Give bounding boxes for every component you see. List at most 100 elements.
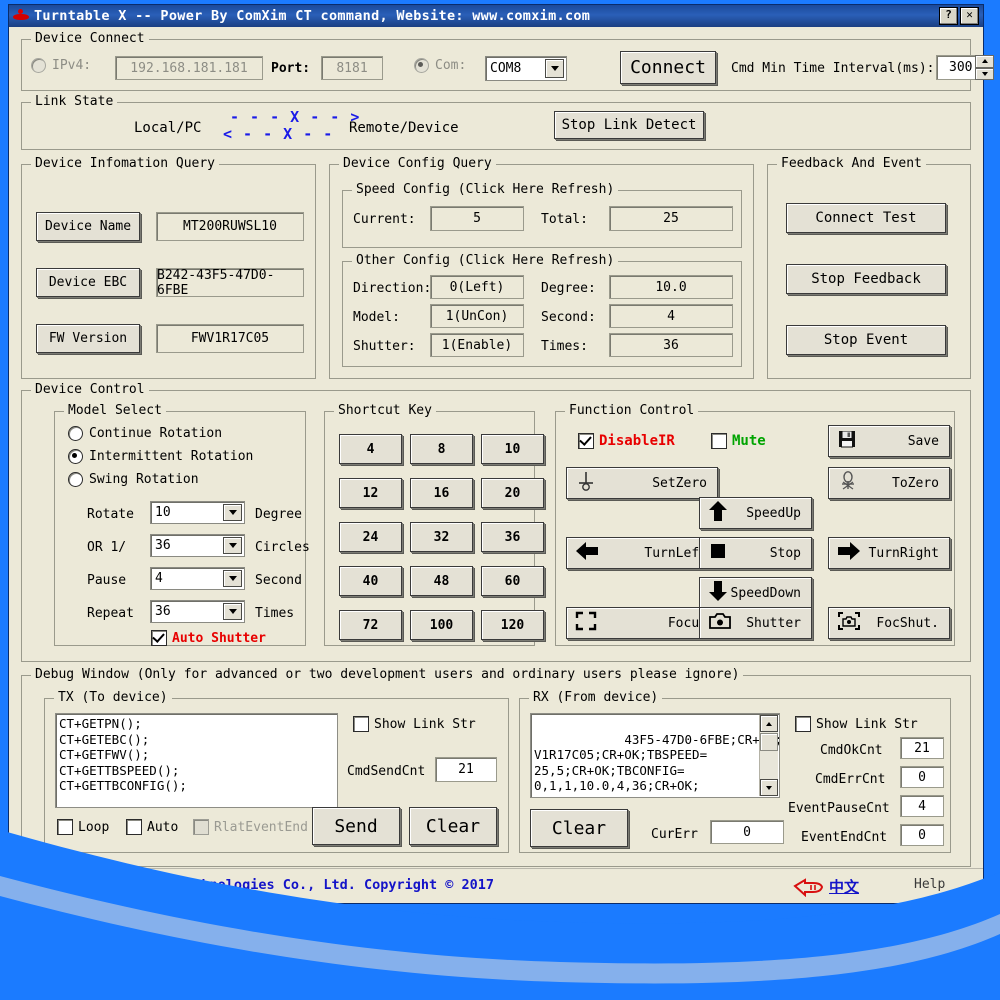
- shortcut-key-36[interactable]: 36: [481, 522, 544, 552]
- set-zero-button[interactable]: SetZero: [566, 467, 718, 499]
- device-name-button[interactable]: Device Name: [36, 212, 140, 241]
- chevron-down-icon[interactable]: [223, 603, 242, 620]
- rx-clear-button[interactable]: Clear: [530, 809, 628, 847]
- shortcut-key-10[interactable]: 10: [481, 434, 544, 464]
- ipv4-radio[interactable]: [31, 58, 46, 73]
- chevron-down-icon[interactable]: [545, 59, 564, 78]
- rx-textarea-wrap[interactable]: 43F5-47D0-6FBE;CR+OK;FWV=FW V1R17C05;CR+…: [530, 713, 780, 798]
- other-config-legend[interactable]: Other Config (Click Here Refresh): [352, 253, 619, 268]
- com-port-select[interactable]: COM8: [485, 56, 567, 81]
- shortcut-key-72[interactable]: 72: [339, 610, 402, 640]
- function-control-group: Function Control DisableIR Mute Save Set…: [555, 403, 955, 646]
- speed-config-legend[interactable]: Speed Config (Click Here Refresh): [352, 182, 619, 197]
- shortcut-key-8[interactable]: 8: [410, 434, 473, 464]
- rx-scroll-down-button[interactable]: [760, 779, 778, 796]
- foc-shut-button[interactable]: FocShut.: [828, 607, 950, 639]
- com-radio[interactable]: [414, 58, 429, 73]
- shortcut-key-48[interactable]: 48: [410, 566, 473, 596]
- shortcut-key-16[interactable]: 16: [410, 478, 473, 508]
- pause-select[interactable]: 4: [150, 567, 245, 590]
- loop-checkbox[interactable]: [57, 819, 73, 835]
- speed-config-group[interactable]: Speed Config (Click Here Refresh) Curren…: [342, 182, 742, 248]
- tx-show-link-str-row[interactable]: Show Link Str: [353, 716, 476, 732]
- other-config-group[interactable]: Other Config (Click Here Refresh) Direct…: [342, 253, 742, 367]
- ipv4-input[interactable]: 192.168.181.181: [115, 56, 263, 80]
- auto-shutter-checkbox[interactable]: [151, 630, 167, 646]
- chevron-down-icon[interactable]: [223, 537, 242, 554]
- shortcut-key-60[interactable]: 60: [481, 566, 544, 596]
- stop-link-detect-button[interactable]: Stop Link Detect: [554, 111, 704, 139]
- close-button[interactable]: ✕: [960, 7, 979, 25]
- shortcut-key-4[interactable]: 4: [339, 434, 402, 464]
- fw-version-button[interactable]: FW Version: [36, 324, 140, 353]
- auto-checkbox-row[interactable]: Auto: [126, 819, 178, 835]
- com-radio-row[interactable]: Com:: [414, 58, 466, 73]
- mute-checkbox[interactable]: [711, 433, 727, 449]
- spinner-down[interactable]: [975, 67, 994, 80]
- tx-send-button[interactable]: Send: [312, 807, 400, 845]
- continue-rotation-radio[interactable]: [68, 426, 83, 441]
- to-zero-label: ToZero: [892, 475, 939, 491]
- tx-clear-button[interactable]: Clear: [409, 807, 497, 845]
- turn-right-button[interactable]: TurnRight: [828, 537, 950, 569]
- shutter-button[interactable]: Shutter: [699, 607, 812, 639]
- shortcut-key-20[interactable]: 20: [481, 478, 544, 508]
- disable-ir-checkbox-row[interactable]: DisableIR: [578, 433, 675, 449]
- intermittent-rotation-radio[interactable]: [68, 449, 83, 464]
- stop-button[interactable]: Stop: [699, 537, 812, 569]
- help-button[interactable]: ?: [939, 7, 958, 25]
- connect-test-button[interactable]: Connect Test: [786, 203, 946, 233]
- stop-event-button[interactable]: Stop Event: [786, 325, 946, 355]
- arrow-left-icon: [575, 541, 599, 565]
- auto-checkbox[interactable]: [126, 819, 142, 835]
- chevron-down-icon[interactable]: [223, 504, 242, 521]
- disable-ir-checkbox[interactable]: [578, 433, 594, 449]
- chinese-language-link[interactable]: 中文: [829, 876, 859, 897]
- radio-swing-rotation[interactable]: Swing Rotation: [68, 472, 199, 487]
- shortcut-key-120[interactable]: 120: [481, 610, 544, 640]
- feedback-event-legend: Feedback And Event: [777, 156, 926, 171]
- tx-textarea[interactable]: CT+GETPN(); CT+GETEBC(); CT+GETFWV(); CT…: [55, 713, 338, 808]
- shortcut-key-12[interactable]: 12: [339, 478, 402, 508]
- degree-value: 10.0: [609, 275, 733, 299]
- chevron-down-icon[interactable]: [223, 570, 242, 587]
- circles-select[interactable]: 36: [150, 534, 245, 557]
- connect-button[interactable]: Connect: [620, 51, 716, 84]
- spinner-up[interactable]: [975, 55, 994, 68]
- shortcut-key-24[interactable]: 24: [339, 522, 402, 552]
- arrow-down-icon: [708, 580, 728, 606]
- radio-intermittent-rotation[interactable]: Intermittent Rotation: [68, 449, 253, 464]
- auto-shutter-checkbox-row[interactable]: Auto Shutter: [151, 630, 266, 646]
- second-label: Second:: [541, 310, 596, 325]
- swing-rotation-radio[interactable]: [68, 472, 83, 487]
- rx-scroll-up-button[interactable]: [760, 715, 778, 732]
- mute-checkbox-row[interactable]: Mute: [711, 433, 766, 449]
- turn-left-button[interactable]: TurnLeft: [566, 537, 718, 569]
- shortcut-key-40[interactable]: 40: [339, 566, 402, 596]
- save-button[interactable]: Save: [828, 425, 950, 457]
- help-link[interactable]: Help: [914, 877, 945, 892]
- device-ebc-button[interactable]: Device EBC: [36, 268, 140, 297]
- shortcut-key-100[interactable]: 100: [410, 610, 473, 640]
- tx-show-link-str-label: Show Link Str: [374, 716, 476, 732]
- focus-button[interactable]: Focus: [566, 607, 718, 639]
- cmd-ok-cnt-label: CmdOkCnt: [820, 743, 883, 758]
- speed-down-button[interactable]: SpeedDown: [699, 577, 812, 609]
- auto-shutter-label: Auto Shutter: [172, 630, 266, 646]
- rx-scrollbar[interactable]: [759, 715, 778, 796]
- rotate-degree-select[interactable]: 10: [150, 501, 245, 524]
- interval-spinner[interactable]: [974, 55, 994, 80]
- to-zero-button[interactable]: ToZero: [828, 467, 950, 499]
- port-input[interactable]: 8181: [321, 56, 383, 80]
- radio-continue-rotation[interactable]: Continue Rotation: [68, 426, 222, 441]
- rx-show-link-str-checkbox[interactable]: [795, 716, 811, 732]
- loop-checkbox-row[interactable]: Loop: [57, 819, 109, 835]
- speed-up-button[interactable]: SpeedUp: [699, 497, 812, 529]
- tx-show-link-str-checkbox[interactable]: [353, 716, 369, 732]
- repeat-select[interactable]: 36: [150, 600, 245, 623]
- stop-feedback-button[interactable]: Stop Feedback: [786, 264, 946, 294]
- ipv4-radio-row[interactable]: IPv4:: [31, 58, 91, 73]
- shortcut-key-32[interactable]: 32: [410, 522, 473, 552]
- rx-show-link-str-row[interactable]: Show Link Str: [795, 716, 918, 732]
- rx-scroll-thumb[interactable]: [760, 733, 778, 751]
